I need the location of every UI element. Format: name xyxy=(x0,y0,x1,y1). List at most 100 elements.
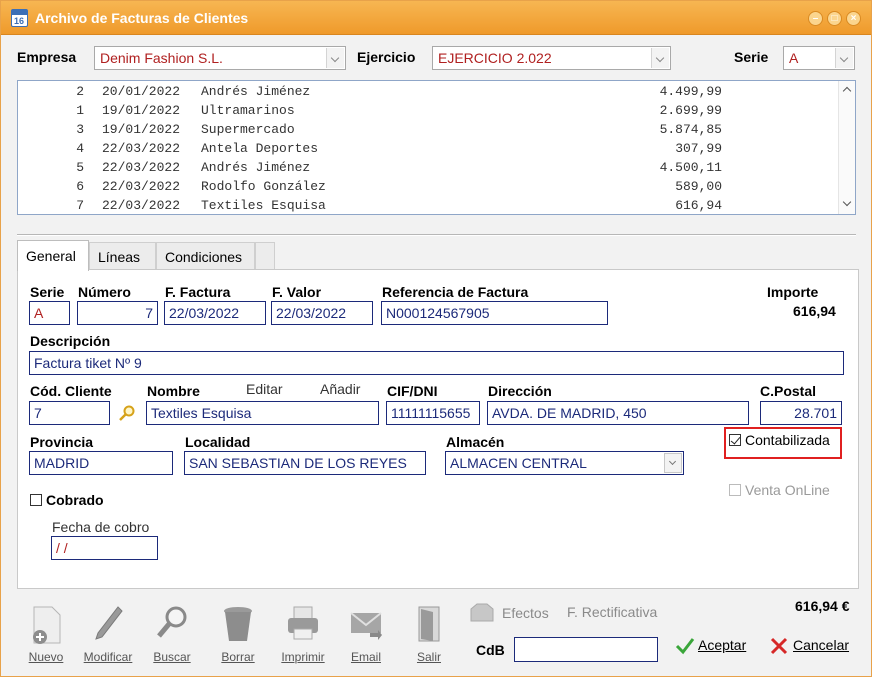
referencia-field[interactable]: N000124567905 xyxy=(381,301,608,325)
referencia-label: Referencia de Factura xyxy=(382,284,529,300)
rectificativa-button[interactable]: F. Rectificativa xyxy=(567,604,657,620)
serie-label: Serie xyxy=(734,49,769,65)
nuevo-label: Nuevo xyxy=(28,650,64,664)
minimize-button[interactable]: – xyxy=(808,11,823,26)
cobrado-checkbox[interactable] xyxy=(30,494,42,506)
numero-value: 7 xyxy=(145,305,153,321)
list-cell-amount: 616,94 xyxy=(675,198,722,213)
pencil-icon xyxy=(95,606,123,640)
contabilizada-checkbox[interactable] xyxy=(729,434,741,446)
provincia-field[interactable]: MADRID xyxy=(29,451,173,475)
editar-link[interactable]: Editar xyxy=(246,381,283,397)
cdb-label: CdB xyxy=(476,642,505,658)
chevron-down-icon[interactable] xyxy=(651,48,669,68)
empresa-value: Denim Fashion S.L. xyxy=(100,50,223,66)
cancelar-button[interactable]: Cancelar xyxy=(793,637,849,653)
buscar-button[interactable]: Buscar xyxy=(142,601,202,671)
aceptar-button[interactable]: Aceptar xyxy=(698,637,746,653)
list-item[interactable]: 4 22/03/2022 Antela Deportes 307,99 xyxy=(18,139,838,158)
fechacobro-label: Fecha de cobro xyxy=(52,519,150,535)
serie-select[interactable]: A xyxy=(783,46,855,70)
list-item[interactable]: 5 22/03/2022 Andrés Jiménez 4.500,11 xyxy=(18,158,838,177)
provincia-value: MADRID xyxy=(34,455,90,471)
nuevo-button[interactable]: Nuevo xyxy=(16,601,76,671)
scroll-up-icon[interactable] xyxy=(842,86,852,96)
list-item[interactable]: 1 19/01/2022 Ultramarinos 2.699,99 xyxy=(18,101,838,120)
email-label: Email xyxy=(350,650,381,664)
imprimir-button[interactable]: Imprimir xyxy=(273,601,333,671)
cif-field[interactable]: 11111115655 xyxy=(386,401,480,425)
ejercicio-select[interactable]: EJERCICIO 2.022 xyxy=(432,46,671,70)
salir-label: Salir xyxy=(416,650,441,664)
new-document-icon xyxy=(33,606,61,644)
numero-label: Número xyxy=(78,284,131,300)
efectos-icon xyxy=(470,603,494,622)
borrar-button[interactable]: Borrar xyxy=(208,601,268,671)
list-cell-client: Supermercado xyxy=(201,122,295,137)
door-exit-icon xyxy=(418,606,440,642)
localidad-field[interactable]: SAN SEBASTIAN DE LOS REYES xyxy=(184,451,426,475)
nombre-field[interactable]: Textiles Esquisa xyxy=(146,401,379,425)
list-cell-amount: 4.499,99 xyxy=(659,84,722,99)
list-item[interactable]: 2 20/01/2022 Andrés Jiménez 4.499,99 xyxy=(18,82,838,101)
list-cell-amount: 307,99 xyxy=(675,141,722,156)
email-button[interactable]: Email xyxy=(336,601,396,671)
tab-general[interactable]: General xyxy=(17,240,89,271)
modificar-button[interactable]: Modificar xyxy=(78,601,138,671)
invoice-list[interactable]: 2 20/01/2022 Andrés Jiménez 4.499,99 1 19/01/… xyxy=(17,80,856,215)
chevron-down-icon[interactable] xyxy=(664,453,682,473)
tab-blank xyxy=(255,242,275,270)
nombre-value: Textiles Esquisa xyxy=(151,405,252,421)
localidad-value: SAN SEBASTIAN DE LOS REYES xyxy=(189,455,407,471)
efectos-button[interactable]: Efectos xyxy=(502,605,549,621)
numero-field[interactable]: 7 xyxy=(77,301,158,325)
search-client-icon[interactable] xyxy=(118,404,136,422)
descripcion-field[interactable]: Factura tiket Nº 9 xyxy=(29,351,844,375)
direccion-field[interactable]: AVDA. DE MADRID, 450 xyxy=(487,401,749,425)
list-cell-date: 19/01/2022 xyxy=(102,103,181,118)
descripcion-value: Factura tiket Nº 9 xyxy=(34,355,142,371)
ffactura-field[interactable]: 22/03/2022 xyxy=(164,301,266,325)
codcliente-field[interactable]: 7 xyxy=(29,401,110,425)
list-cell-client: Textiles Esquisa xyxy=(201,198,326,213)
calendar-icon: 16 xyxy=(11,9,28,27)
cpostal-label: C.Postal xyxy=(760,383,817,399)
chevron-down-icon[interactable] xyxy=(326,48,344,68)
empresa-label: Empresa xyxy=(17,49,77,65)
borrar-label: Borrar xyxy=(221,650,255,664)
fvalor-field[interactable]: 22/03/2022 xyxy=(271,301,373,325)
form-serie-field[interactable]: A xyxy=(29,301,70,325)
tab-condiciones[interactable]: Condiciones xyxy=(156,242,255,270)
maximize-button[interactable]: □ xyxy=(827,11,842,26)
chevron-down-icon[interactable] xyxy=(835,48,853,68)
cdb-field[interactable] xyxy=(514,637,658,662)
list-cell-num: 2 xyxy=(76,84,84,99)
direccion-label: Dirección xyxy=(488,383,552,399)
list-item[interactable]: 3 19/01/2022 Supermercado 5.874,85 xyxy=(18,120,838,139)
direccion-value: AVDA. DE MADRID, 450 xyxy=(492,405,647,421)
form-serie-value: A xyxy=(34,305,44,321)
ventaonline-checkbox[interactable] xyxy=(729,484,741,496)
list-item[interactable]: 6 22/03/2022 Rodolfo González 589,00 xyxy=(18,177,838,196)
anadir-link[interactable]: Añadir xyxy=(320,381,360,397)
list-item[interactable]: 7 22/03/2022 Textiles Esquisa 616,94 xyxy=(18,196,838,214)
magnifier-icon xyxy=(157,606,187,638)
list-cell-num: 5 xyxy=(76,160,84,175)
tab-lineas[interactable]: Líneas xyxy=(89,242,156,270)
fechacobro-field[interactable]: / / xyxy=(51,536,158,560)
close-icon: × xyxy=(850,13,857,24)
list-cell-num: 1 xyxy=(76,103,84,118)
cpostal-field[interactable]: 28.701 xyxy=(760,401,842,425)
contabilizada-label: Contabilizada xyxy=(745,432,830,448)
empresa-select[interactable]: Denim Fashion S.L. xyxy=(94,46,346,70)
salir-button[interactable]: Salir xyxy=(399,601,459,671)
ffactura-label: F. Factura xyxy=(165,284,231,300)
list-cell-amount: 4.500,11 xyxy=(659,160,722,175)
close-button[interactable]: × xyxy=(846,11,861,26)
form-serie-label: Serie xyxy=(30,284,65,300)
scroll-down-icon[interactable] xyxy=(842,197,852,207)
buscar-label: Buscar xyxy=(153,650,191,664)
almacen-select[interactable]: ALMACEN CENTRAL xyxy=(445,451,684,475)
list-scrollbar[interactable] xyxy=(838,81,855,214)
check-icon xyxy=(675,638,695,655)
